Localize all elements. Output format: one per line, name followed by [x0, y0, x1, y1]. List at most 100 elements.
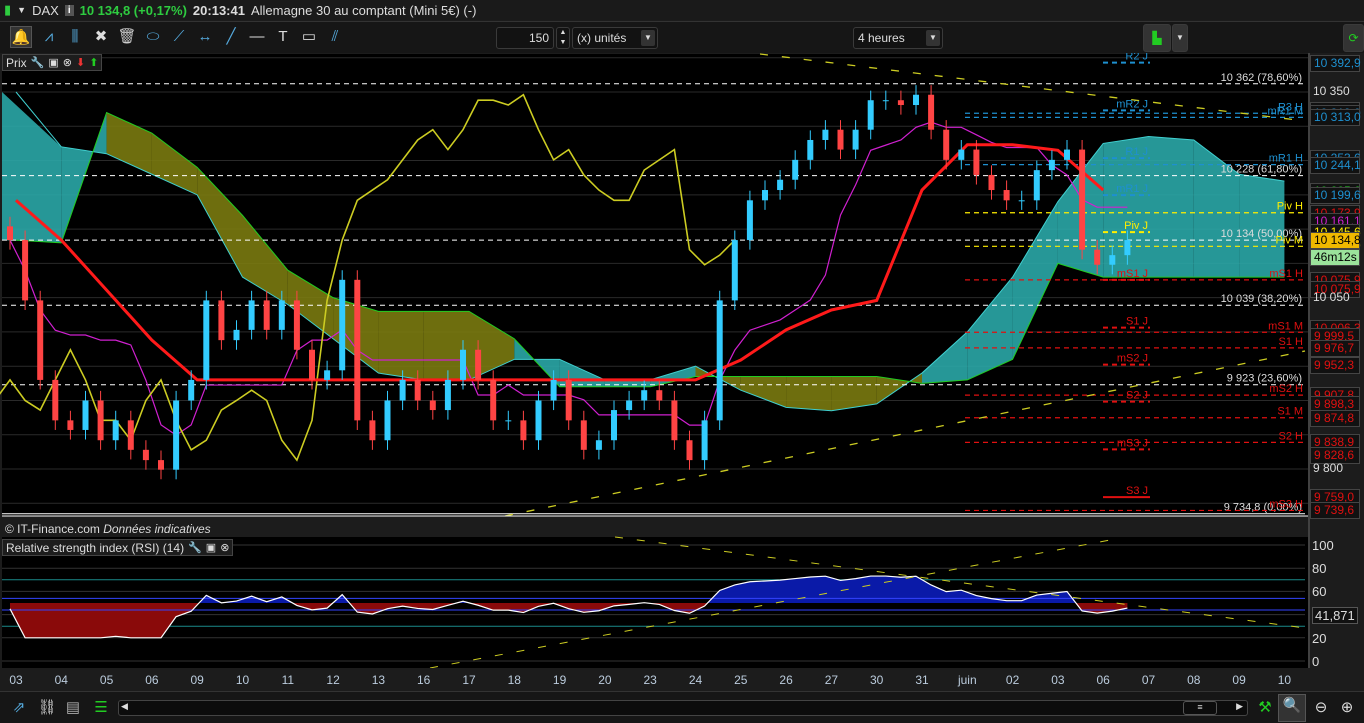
info-icon[interactable]: i: [64, 4, 74, 16]
candle-body[interactable]: [293, 300, 300, 350]
candle-body[interactable]: [943, 129, 950, 160]
candle-body[interactable]: [1079, 149, 1086, 250]
time-axis[interactable]: 03 04 05 06 09 10 11 12 13 16 17 18 19 20 23 24 25 26 27 30…: [0, 668, 1310, 690]
candle-body[interactable]: [550, 379, 557, 401]
candle-body[interactable]: [490, 379, 497, 421]
candle-body[interactable]: [52, 379, 59, 421]
maximize-icon[interactable]: ▣: [48, 56, 58, 69]
candle-body[interactable]: [444, 379, 451, 411]
candle-body[interactable]: [173, 400, 180, 470]
candle-body[interactable]: [988, 174, 995, 191]
candle-body[interactable]: [656, 390, 663, 401]
candle-body[interactable]: [414, 379, 421, 401]
candle-body[interactable]: [203, 300, 210, 380]
units-spinner[interactable]: ▲ ▼: [556, 27, 570, 49]
candle-body[interactable]: [82, 400, 89, 430]
candle-body[interactable]: [822, 129, 829, 140]
order-book-icon[interactable]: ☰: [90, 697, 112, 719]
candle-body[interactable]: [973, 149, 980, 175]
period-select[interactable]: 4 heures ▼: [853, 27, 943, 49]
candle-body[interactable]: [882, 100, 889, 102]
segment-tool-icon[interactable]: ⟋: [168, 26, 190, 48]
candle-body[interactable]: [580, 420, 587, 450]
candle-body[interactable]: [792, 159, 799, 180]
candle-body[interactable]: [1003, 190, 1010, 201]
horizontal-scrollbar[interactable]: ◀ ≡ ▶: [118, 700, 1248, 716]
candle-body[interactable]: [837, 129, 844, 150]
trash-icon[interactable]: 🗑: [116, 26, 138, 48]
indicator-icon[interactable]: ⩘: [38, 26, 60, 48]
candle-body[interactable]: [762, 190, 768, 201]
candle-body[interactable]: [324, 370, 331, 380]
chart-settings-icon[interactable]: ⚒: [1254, 697, 1276, 719]
candle-body[interactable]: [218, 300, 225, 341]
side-panel-toggle-icon[interactable]: ⟳: [1343, 24, 1364, 52]
candle-body[interactable]: [354, 279, 361, 421]
candle-body[interactable]: [475, 349, 482, 380]
candle-body[interactable]: [671, 400, 678, 441]
candle-body[interactable]: [127, 420, 134, 450]
tools-icon[interactable]: ✖: [90, 26, 112, 48]
candle-body[interactable]: [595, 440, 602, 450]
auto-zoom-icon[interactable]: 🔍: [1278, 694, 1306, 722]
candle-body[interactable]: [913, 94, 919, 106]
candle-body[interactable]: [746, 200, 753, 241]
candle-body[interactable]: [67, 420, 74, 430]
line-tool-icon[interactable]: ╱: [220, 26, 242, 48]
horizontal-segment-icon[interactable]: ↔: [194, 26, 216, 48]
candle-body[interactable]: [626, 400, 633, 411]
candle-body[interactable]: [867, 100, 874, 130]
maximize-icon[interactable]: ▣: [206, 541, 216, 554]
candle-body[interactable]: [731, 240, 738, 301]
chart-style-icon[interactable]: ▙: [1143, 24, 1171, 52]
units-input[interactable]: 150: [496, 27, 554, 49]
candle-body[interactable]: [1048, 159, 1055, 171]
zoom-in-icon[interactable]: ⊕: [1336, 697, 1358, 719]
candle-body[interactable]: [716, 300, 723, 421]
zoom-out-icon[interactable]: ⊖: [1310, 697, 1332, 719]
move-down-icon[interactable]: ⬇: [76, 56, 85, 69]
candle-body[interactable]: [460, 349, 466, 380]
candle-body[interactable]: [1018, 200, 1025, 202]
candle-body[interactable]: [1109, 255, 1116, 265]
move-up-icon[interactable]: ⬆: [89, 56, 98, 69]
candle-body[interactable]: [158, 460, 164, 470]
candle-body[interactable]: [22, 240, 29, 301]
units-select[interactable]: (x) unités ▼: [572, 27, 658, 49]
fibonacci-icon[interactable]: ⫼: [64, 26, 86, 48]
candle-body[interactable]: [1094, 249, 1101, 265]
candle-body[interactable]: [1064, 149, 1070, 160]
candle-body[interactable]: [339, 279, 346, 371]
chart-area[interactable]: 10 362 (78,60%)10 228 (61,80%)10 134 (50…: [0, 53, 1364, 668]
export-icon[interactable]: ⇗: [8, 697, 30, 719]
candle-body[interactable]: [142, 449, 149, 461]
candle-body[interactable]: [505, 420, 512, 422]
candle-body[interactable]: [263, 300, 270, 330]
candle-body[interactable]: [777, 179, 784, 191]
candle-body[interactable]: [928, 94, 935, 130]
wrench-icon[interactable]: 🔧: [31, 56, 45, 69]
close-icon[interactable]: ⊗: [220, 541, 229, 554]
candle-body[interactable]: [1033, 170, 1040, 201]
candle-body[interactable]: [369, 420, 376, 441]
candle-body[interactable]: [686, 440, 693, 461]
candle-body[interactable]: [97, 400, 104, 441]
close-icon[interactable]: ⊗: [63, 56, 72, 69]
candle-body[interactable]: [1124, 240, 1131, 256]
wrench-icon[interactable]: 🔧: [188, 541, 202, 554]
candle-body[interactable]: [37, 300, 44, 380]
channel-tool-icon[interactable]: ⫽: [324, 26, 346, 48]
candle-body[interactable]: [233, 329, 240, 341]
candle-body[interactable]: [399, 379, 406, 401]
rectangle-tool-icon[interactable]: ▭: [298, 26, 320, 48]
candle-body[interactable]: [112, 420, 119, 441]
candle-body[interactable]: [852, 129, 859, 150]
candle-body[interactable]: [958, 149, 965, 160]
link-icon[interactable]: ⛓: [36, 697, 58, 719]
candle-body[interactable]: [278, 300, 285, 330]
candle-body[interactable]: [429, 400, 436, 411]
symbol[interactable]: DAX: [32, 3, 59, 18]
candle-body[interactable]: [611, 410, 617, 441]
candle-body[interactable]: [701, 420, 708, 461]
scroll-right-icon[interactable]: ▶: [1236, 701, 1243, 712]
